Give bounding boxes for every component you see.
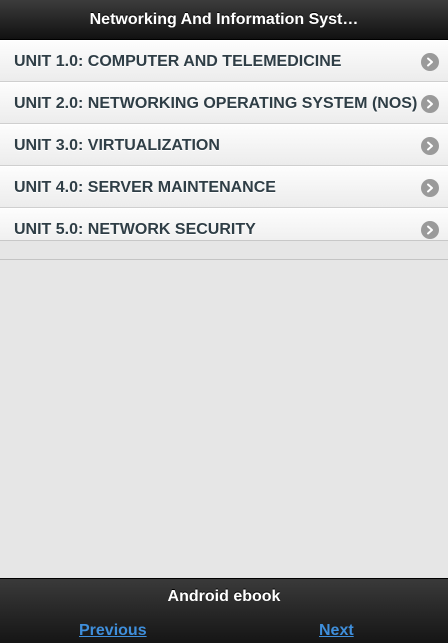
footer-bar: Android ebook Previous Next bbox=[0, 578, 448, 643]
list-item-unit-1[interactable]: UNIT 1.0: COMPUTER AND TELEMEDICINE bbox=[0, 40, 448, 82]
next-link[interactable]: Next bbox=[319, 622, 354, 640]
list-item-label: UNIT 4.0: SERVER MAINTENANCE bbox=[14, 179, 276, 196]
chevron-right-icon bbox=[421, 95, 439, 113]
chevron-right-icon bbox=[421, 221, 439, 239]
list-item-unit-3[interactable]: UNIT 3.0: VIRTUALIZATION bbox=[0, 124, 448, 166]
chevron-right-icon bbox=[421, 137, 439, 155]
list-item-unit-4[interactable]: UNIT 4.0: SERVER MAINTENANCE bbox=[0, 166, 448, 208]
list-item-label: UNIT 2.0: NETWORKING OPERATING SYSTEM (N… bbox=[14, 95, 418, 112]
list-item-unit-5[interactable]: UNIT 5.0: NETWORK SECURITY bbox=[0, 208, 448, 240]
app-screen: Networking And Information Syst… UNIT 1.… bbox=[0, 0, 448, 643]
list-item-label: UNIT 3.0: VIRTUALIZATION bbox=[14, 137, 220, 154]
chevron-right-icon bbox=[421, 53, 439, 71]
divider bbox=[0, 259, 448, 260]
unit-list: UNIT 1.0: COMPUTER AND TELEMEDICINE UNIT… bbox=[0, 40, 448, 240]
list-item-label: UNIT 5.0: NETWORK SECURITY bbox=[14, 221, 256, 238]
footer-title: Android ebook bbox=[167, 588, 281, 605]
header-bar: Networking And Information Syst… bbox=[0, 0, 448, 40]
unit-list-container[interactable]: UNIT 1.0: COMPUTER AND TELEMEDICINE UNIT… bbox=[0, 40, 448, 241]
previous-link[interactable]: Previous bbox=[79, 622, 147, 640]
chevron-right-icon bbox=[421, 179, 439, 197]
page-title: Networking And Information Syst… bbox=[89, 10, 359, 28]
list-item-label: UNIT 1.0: COMPUTER AND TELEMEDICINE bbox=[14, 53, 342, 70]
list-item-unit-2[interactable]: UNIT 2.0: NETWORKING OPERATING SYSTEM (N… bbox=[0, 82, 448, 124]
